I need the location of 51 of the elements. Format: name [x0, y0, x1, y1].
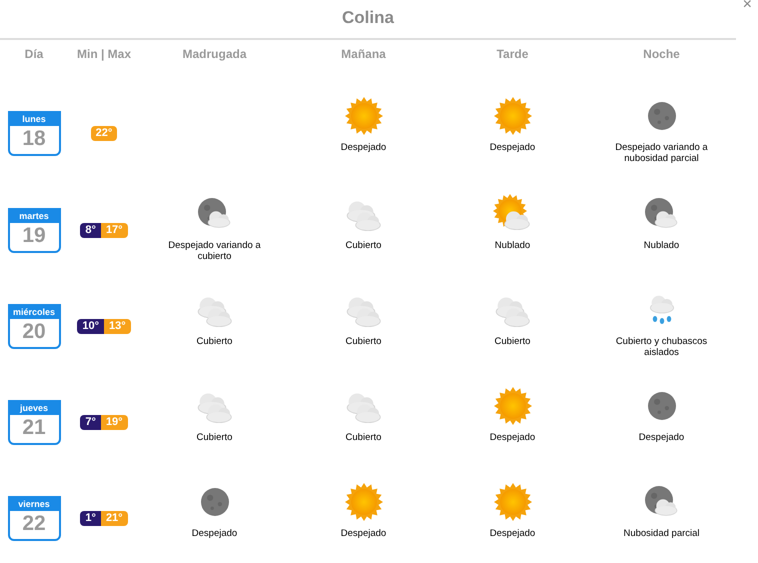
- weather-condition: Cubierto: [494, 336, 532, 347]
- max-temperature: 19°: [100, 414, 128, 430]
- weather-condition: Despejado variando a nubosidad parcial: [614, 142, 709, 164]
- sun-icon: [492, 386, 532, 426]
- weather-condition: Despejado variando a cubierto: [167, 240, 262, 262]
- weather-condition: Cubierto: [196, 336, 234, 347]
- sun-icon: [492, 482, 532, 522]
- min-temperature: 10°: [77, 318, 104, 334]
- weather-condition: Despejado: [488, 432, 536, 443]
- weather-condition: Nubosidad parcial: [622, 528, 701, 539]
- weather-condition: Despejado: [638, 432, 686, 443]
- sun-icon: [344, 96, 384, 136]
- max-temperature: 22°: [90, 126, 118, 140]
- column-header: Noche: [643, 46, 680, 63]
- sun-icon: [492, 96, 532, 136]
- weather-condition: Despejado: [190, 528, 238, 539]
- weather-condition: Cubierto y chubascos aislados: [614, 336, 708, 358]
- column-header: Mañana: [341, 46, 386, 63]
- column-header: Min | Max: [76, 46, 132, 63]
- weekday-label: martes: [10, 210, 58, 222]
- sun-icon: [344, 482, 384, 522]
- weather-condition: Nublado: [494, 240, 532, 251]
- min-temperature: 7°: [80, 414, 101, 430]
- weather-condition: Cubierto: [344, 432, 382, 443]
- max-temperature: 13°: [104, 318, 131, 334]
- max-temperature: 17°: [100, 222, 128, 238]
- weekday-label: jueves: [10, 402, 58, 414]
- weather-condition: Cubierto: [196, 432, 234, 443]
- weather-condition: Despejado: [340, 142, 388, 153]
- date-number: 18: [21, 126, 47, 152]
- weather-condition: Cubierto: [344, 240, 382, 251]
- date-number: 20: [21, 318, 47, 344]
- date-number: 21: [21, 414, 47, 440]
- weather-condition: Despejado: [488, 528, 536, 539]
- weekday-label: miércoles: [10, 306, 58, 318]
- date-number: 22: [21, 510, 47, 536]
- weather-condition: Nublado: [642, 240, 680, 251]
- min-temperature: 8°: [80, 222, 101, 238]
- weather-condition: Despejado: [340, 528, 388, 539]
- column-header: Día: [24, 46, 44, 63]
- close-button[interactable]: ×: [742, 0, 752, 13]
- column-header: Madrugada: [182, 46, 246, 63]
- min-temperature: 1°: [80, 510, 101, 526]
- weekday-label: viernes: [10, 498, 58, 510]
- weekday-label: lunes: [10, 112, 58, 126]
- column-header: Tarde: [496, 46, 528, 63]
- page-title: Colina: [342, 7, 394, 30]
- date-number: 19: [21, 222, 47, 248]
- max-temperature: 21°: [100, 510, 128, 526]
- weather-condition: Despejado: [488, 142, 536, 153]
- weather-condition: Cubierto: [344, 336, 382, 347]
